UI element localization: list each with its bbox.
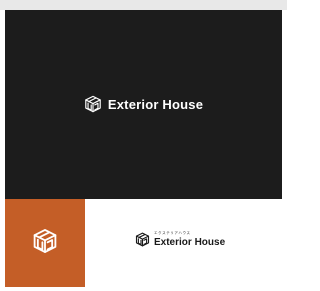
house-box-icon: [32, 228, 58, 259]
brand-wordmark: Exterior House: [154, 236, 226, 248]
light-wordmark-block: エクステリアハウス Exterior House: [154, 231, 226, 248]
logo-presentation: Exterior House エクステリアハウス Exterior House: [0, 0, 287, 291]
top-divider: [0, 0, 287, 10]
dark-logo-lockup: Exterior House: [84, 95, 203, 113]
brand-wordmark: Exterior House: [107, 96, 204, 112]
house-box-icon: [135, 232, 150, 247]
accent-tile: [5, 199, 85, 287]
brand-kana: エクステリアハウス: [154, 231, 191, 235]
light-panel: エクステリアハウス Exterior House: [85, 199, 282, 287]
dark-panel: Exterior House: [5, 10, 282, 199]
house-box-icon: [84, 95, 102, 113]
light-logo-lockup: エクステリアハウス Exterior House: [135, 231, 226, 248]
